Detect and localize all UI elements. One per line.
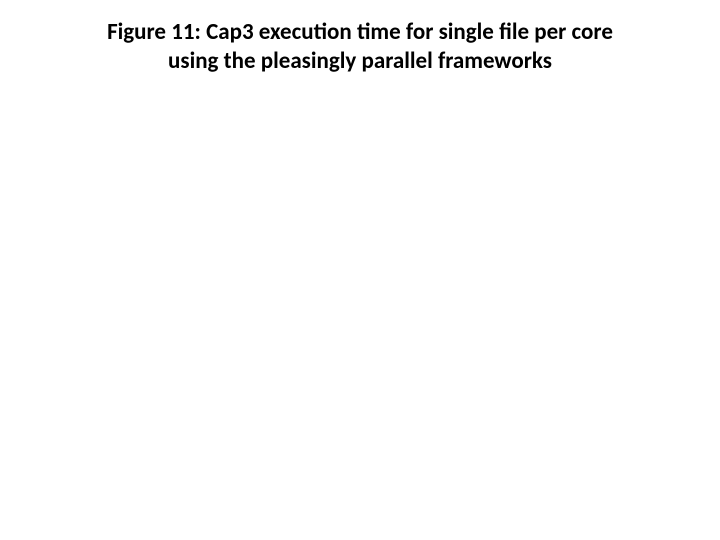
figure-caption: Figure 11: Cap3 execution time for singl… xyxy=(0,18,720,76)
caption-line-1: Figure 11: Cap3 execution time for singl… xyxy=(107,18,613,46)
caption-line-2: using the pleasingly parallel frameworks xyxy=(168,47,552,75)
